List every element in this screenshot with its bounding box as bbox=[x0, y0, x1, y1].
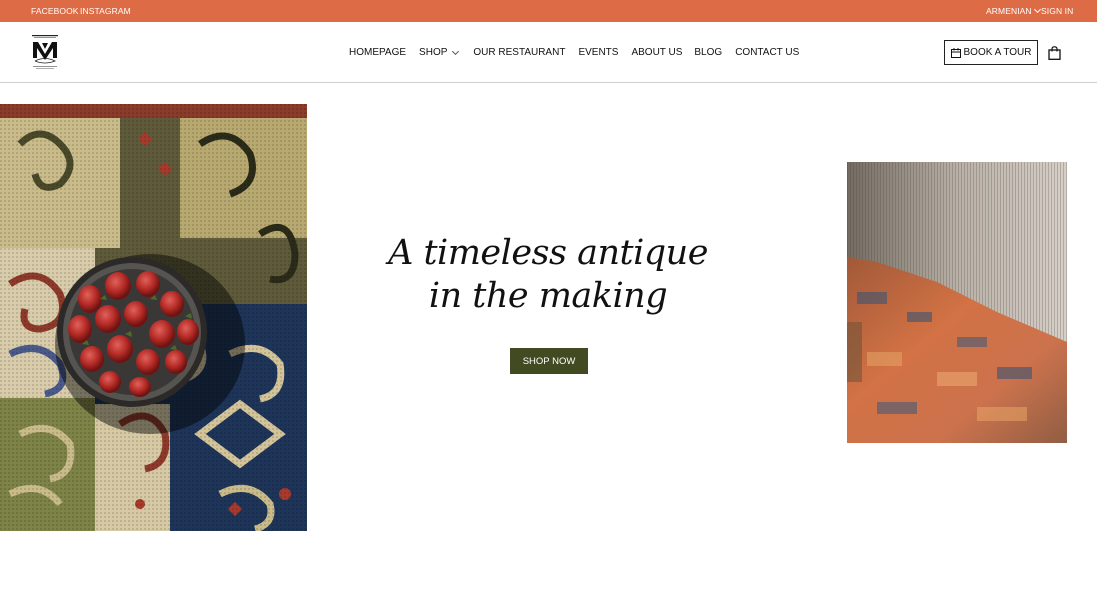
calendar-icon bbox=[950, 47, 961, 58]
language-label: ARMENIAN bbox=[986, 6, 1032, 16]
logo[interactable] bbox=[29, 34, 61, 70]
main-header: HOMEPAGE SHOP OUR RESTAURANT EVENTS ABOU… bbox=[0, 22, 1097, 83]
instagram-link[interactable]: INSTAGRAM bbox=[80, 6, 131, 16]
shop-now-button[interactable]: SHOP NOW bbox=[510, 348, 588, 374]
top-bar: FACEBOOK INSTAGRAM ARMENIAN SIGN IN bbox=[0, 0, 1097, 22]
cart-button[interactable] bbox=[1048, 46, 1061, 60]
nav-homepage[interactable]: HOMEPAGE bbox=[349, 47, 406, 58]
hero-headline-line-2: in the making bbox=[428, 276, 668, 316]
book-a-tour-button[interactable]: BOOK A TOUR bbox=[944, 40, 1038, 65]
sign-in-link[interactable]: SIGN IN bbox=[1041, 6, 1073, 16]
book-a-tour-label: BOOK A TOUR bbox=[963, 47, 1032, 58]
main-nav: HOMEPAGE SHOP OUR RESTAURANT EVENTS ABOU… bbox=[349, 47, 799, 58]
monogram-logo-icon bbox=[32, 35, 58, 69]
facebook-link[interactable]: FACEBOOK bbox=[31, 6, 79, 16]
nav-events[interactable]: EVENTS bbox=[578, 47, 618, 58]
chevron-down-icon bbox=[452, 47, 460, 55]
loom-weaving-image bbox=[847, 162, 1067, 443]
language-selector[interactable]: ARMENIAN bbox=[986, 5, 1041, 16]
chevron-down-icon bbox=[1033, 5, 1041, 14]
nav-shop[interactable]: SHOP bbox=[419, 47, 460, 58]
loom-photo bbox=[847, 162, 1067, 443]
hero-headline: A timeless antique in the making bbox=[370, 232, 726, 318]
hero-headline-line-1: A timeless antique bbox=[388, 233, 708, 273]
nav-contact-us[interactable]: CONTACT US bbox=[735, 47, 799, 58]
nav-blog[interactable]: BLOG bbox=[694, 47, 722, 58]
nav-our-restaurant[interactable]: OUR RESTAURANT bbox=[473, 47, 565, 58]
nav-about-us[interactable]: ABOUT US bbox=[631, 47, 682, 58]
shopping-bag-icon bbox=[1048, 46, 1061, 60]
nav-shop-label: SHOP bbox=[419, 47, 448, 58]
carpet-strawberries-image bbox=[0, 104, 307, 531]
carpet-photo bbox=[0, 104, 307, 531]
